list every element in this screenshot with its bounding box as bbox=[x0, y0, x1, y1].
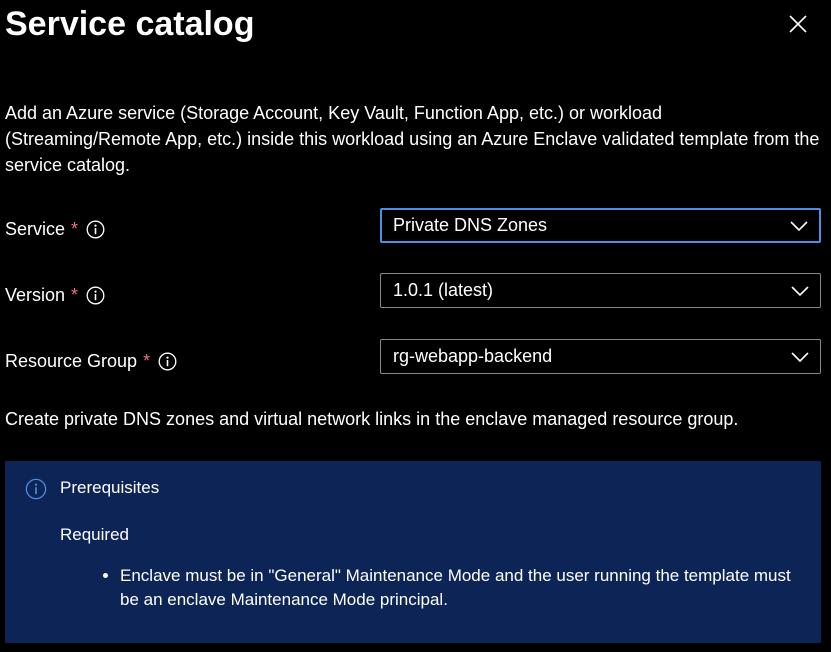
prerequisites-infobox: Prerequisites Required Enclave must be i… bbox=[5, 461, 821, 643]
resource-group-row: Resource Group * rg-webapp-backend bbox=[0, 339, 831, 377]
service-dropdown-value: Private DNS Zones bbox=[393, 215, 548, 235]
list-item: Enclave must be in "General" Maintenance… bbox=[120, 564, 810, 612]
version-label-group: Version * bbox=[5, 284, 105, 306]
service-catalog-panel: Service catalog Add an Azure service (St… bbox=[0, 0, 831, 652]
prerequisites-title: Prerequisites bbox=[60, 478, 160, 497]
required-star: * bbox=[71, 219, 79, 239]
close-icon bbox=[789, 15, 807, 33]
required-star: * bbox=[143, 351, 151, 371]
resource-group-dropdown[interactable]: rg-webapp-backend bbox=[380, 339, 821, 374]
version-row: Version * 1.0.1 (latest) bbox=[0, 273, 831, 311]
chevron-down-icon bbox=[790, 220, 808, 231]
version-dropdown-value: 1.0.1 (latest) bbox=[393, 280, 494, 300]
info-icon bbox=[25, 478, 47, 500]
page-title: Service catalog bbox=[5, 5, 255, 43]
resource-group-label-group: Resource Group * bbox=[5, 350, 177, 372]
required-star: * bbox=[71, 285, 79, 305]
info-icon[interactable] bbox=[86, 286, 105, 305]
resource-group-dropdown-value: rg-webapp-backend bbox=[393, 346, 553, 366]
info-icon[interactable] bbox=[158, 352, 177, 371]
prerequisites-list: Enclave must be in "General" Maintenance… bbox=[60, 564, 810, 612]
version-dropdown[interactable]: 1.0.1 (latest) bbox=[380, 273, 821, 308]
service-label-group: Service * bbox=[5, 218, 105, 240]
description-text: Add an Azure service (Storage Account, K… bbox=[5, 103, 820, 175]
version-label: Version bbox=[5, 285, 66, 305]
service-row: Service * Private DNS Zones bbox=[0, 208, 831, 246]
chevron-down-icon bbox=[791, 285, 809, 296]
service-label: Service bbox=[5, 219, 66, 239]
template-summary: Create private DNS zones and virtual net… bbox=[5, 409, 739, 429]
info-icon[interactable] bbox=[86, 220, 105, 239]
service-dropdown[interactable]: Private DNS Zones bbox=[380, 208, 821, 243]
resource-group-label: Resource Group bbox=[5, 351, 138, 371]
chevron-down-icon bbox=[791, 351, 809, 362]
prerequisites-subtitle: Required bbox=[60, 525, 129, 544]
close-button[interactable] bbox=[784, 10, 812, 38]
